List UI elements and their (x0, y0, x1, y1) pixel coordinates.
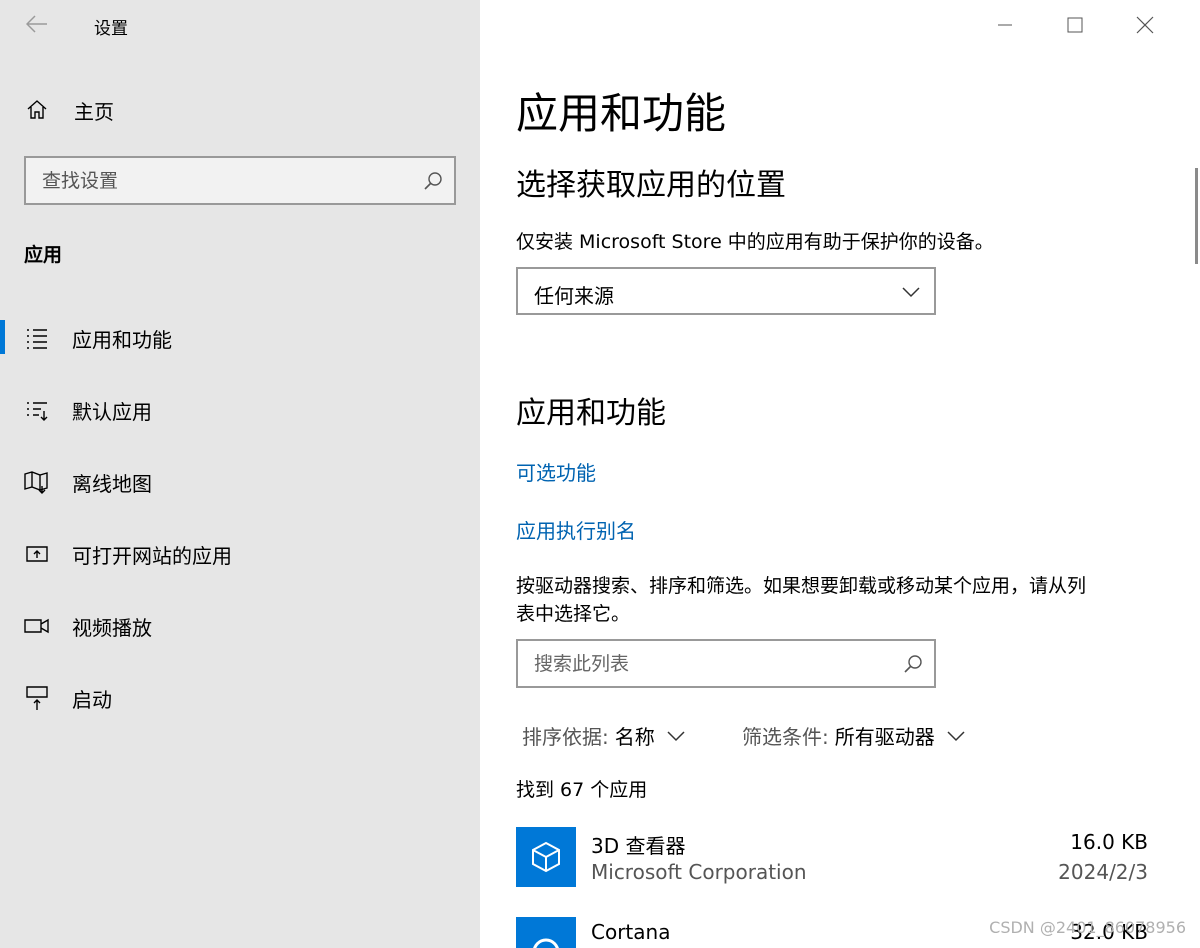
sidebar-item-label: 可打开网站的应用 (72, 543, 232, 568)
app-list-item[interactable]: 3D 查看器 Microsoft Corporation 16.0 KB 202… (516, 827, 1156, 889)
list-description-line: 按驱动器搜索、排序和筛选。如果想要卸载或移动某个应用，请从列 (516, 575, 1087, 597)
filter-key: 筛选条件: (742, 725, 829, 749)
chevron-down-icon (947, 730, 965, 741)
sidebar-item-offline-maps[interactable]: 离线地图 (0, 454, 480, 510)
cube-icon (532, 841, 560, 873)
app-count: 找到 67 个应用 (516, 779, 648, 801)
sidebar-item-label: 主页 (74, 99, 114, 124)
home-icon (24, 97, 50, 123)
open-web-icon (24, 541, 50, 567)
sort-by-dropdown[interactable]: 排序依据: 名称 (522, 721, 687, 750)
sidebar-item-startup[interactable]: 启动 (0, 670, 480, 726)
filter-by-dropdown[interactable]: 筛选条件: 所有驱动器 (742, 721, 967, 750)
search-icon (904, 655, 922, 673)
sidebar-item-label: 视频播放 (72, 615, 152, 640)
sidebar: 设置 主页 应用 应用和功能 默认应用 (0, 0, 480, 948)
app-name: Cortana (591, 920, 671, 944)
scrollbar[interactable] (1195, 168, 1198, 264)
list-description-line: 表中选择它。 (516, 603, 631, 625)
watermark: CSDN @2401_86078956 (989, 918, 1186, 937)
app-source-dropdown[interactable]: 任何来源 (516, 267, 936, 315)
app-size: 16.0 KB (1070, 830, 1148, 854)
back-button[interactable] (22, 10, 52, 38)
source-description: 仅安装 Microsoft Store 中的应用有助于保护你的设备。 (516, 231, 994, 253)
sidebar-item-default-apps[interactable]: 默认应用 (0, 382, 480, 438)
app-date: 2024/2/3 (1058, 860, 1148, 884)
chevron-down-icon (667, 730, 685, 741)
list-description: 按驱动器搜索、排序和筛选。如果想要卸载或移动某个应用，请从列 表中选择它。 (516, 572, 1086, 628)
apps-list-icon (24, 325, 50, 351)
apps-heading: 应用和功能 (516, 396, 666, 431)
sidebar-item-label: 离线地图 (72, 471, 152, 496)
list-search-input[interactable] (518, 641, 934, 686)
main-content: 应用和功能 选择获取应用的位置 仅安装 Microsoft Store 中的应用… (480, 0, 1200, 948)
section-header: 应用 (24, 244, 63, 266)
app-title: 设置 (94, 19, 128, 39)
source-heading: 选择获取应用的位置 (516, 168, 786, 203)
cortana-ring-icon (533, 938, 559, 948)
app-name: 3D 查看器 (591, 834, 686, 858)
chevron-down-icon (902, 287, 920, 298)
filter-value: 所有驱动器 (834, 725, 935, 749)
sidebar-item-apps-for-websites[interactable]: 可打开网站的应用 (0, 526, 480, 582)
default-apps-icon (24, 397, 50, 423)
map-icon (24, 469, 50, 495)
search-icon (424, 172, 442, 190)
sidebar-item-home[interactable]: 主页 (0, 82, 480, 138)
cortana-app-icon (516, 917, 576, 948)
app-publisher: Microsoft Corporation (591, 860, 807, 884)
startup-icon (24, 685, 50, 711)
dropdown-value: 任何来源 (534, 284, 614, 308)
sidebar-item-label: 默认应用 (72, 399, 152, 424)
sidebar-item-apps-features[interactable]: 应用和功能 (0, 310, 480, 366)
optional-features-link[interactable]: 可选功能 (516, 457, 596, 486)
sidebar-item-label: 应用和功能 (72, 327, 172, 352)
sidebar-item-video-playback[interactable]: 视频播放 (0, 598, 480, 654)
titlebar-left: 设置 (0, 0, 480, 48)
back-arrow-icon (26, 15, 47, 33)
list-search-box[interactable] (516, 639, 936, 688)
3d-viewer-app-icon (516, 827, 576, 887)
settings-search-box[interactable] (24, 156, 456, 205)
sort-key: 排序依据: (522, 725, 609, 749)
app-execution-alias-link[interactable]: 应用执行别名 (516, 515, 636, 544)
video-icon (24, 613, 50, 639)
settings-search-input[interactable] (26, 158, 454, 203)
page-title: 应用和功能 (516, 89, 727, 138)
sort-value: 名称 (614, 725, 655, 749)
sidebar-item-label: 启动 (72, 687, 112, 712)
